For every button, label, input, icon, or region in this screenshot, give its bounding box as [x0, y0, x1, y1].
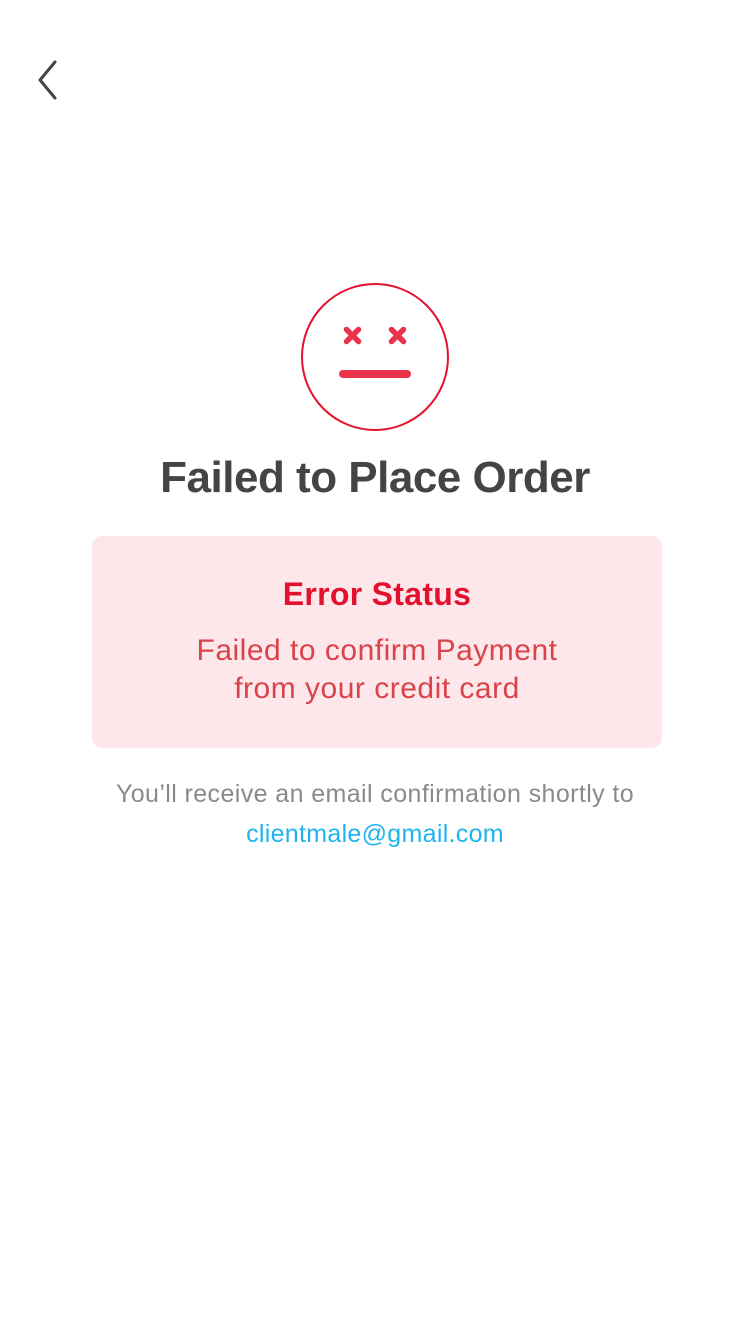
- back-button[interactable]: [26, 54, 70, 106]
- error-status-card: Error Status Failed to confirm Payment f…: [92, 536, 662, 748]
- order-failed-screen: Failed to Place Order Error Status Faile…: [0, 0, 750, 1334]
- email-address-link[interactable]: clientmale@gmail.com: [0, 814, 750, 854]
- error-message-line-1: Failed to confirm Payment: [196, 634, 558, 667]
- page-title: Failed to Place Order: [160, 453, 590, 502]
- email-confirmation-notice: You’ll receive an email confirmation sho…: [115, 780, 635, 808]
- error-status-heading: Error Status: [282, 576, 472, 612]
- chevron-left-icon: [38, 60, 57, 100]
- error-status-message: Failed to confirm Payment from your cred…: [132, 632, 622, 708]
- error-face-icon: [300, 282, 450, 432]
- error-message-line-2: from your credit card: [234, 672, 520, 705]
